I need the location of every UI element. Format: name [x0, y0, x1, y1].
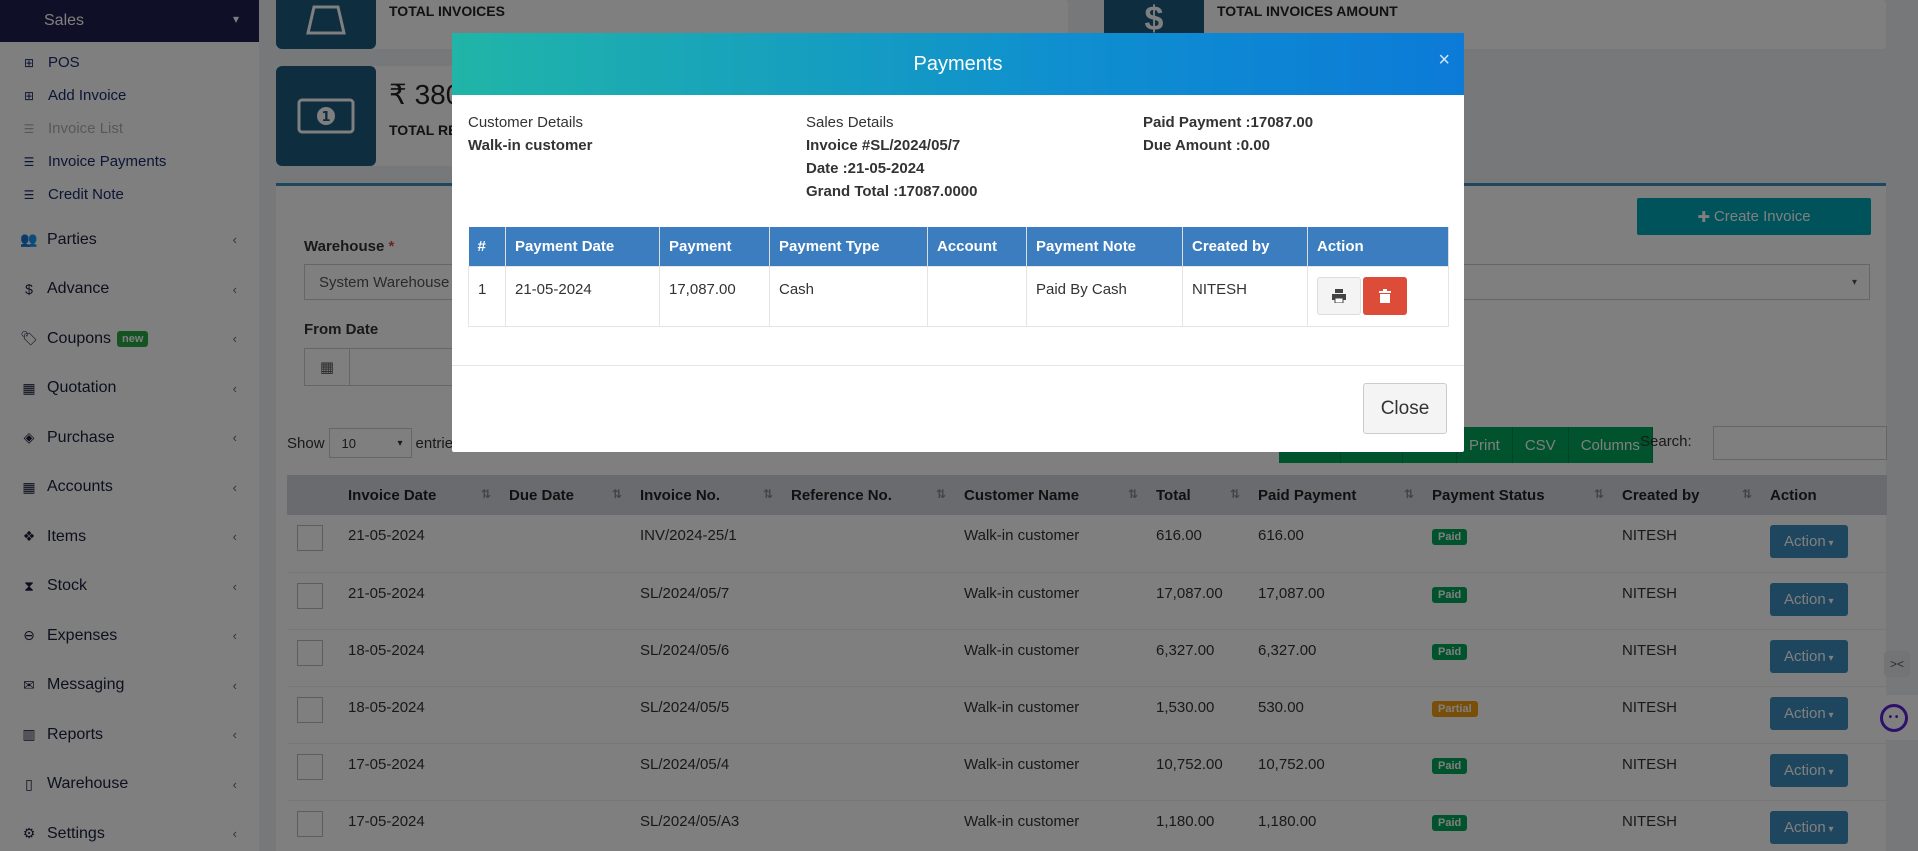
due-amount: Due Amount :0.00	[1143, 137, 1270, 154]
sales-details-label: Sales Details	[806, 114, 894, 131]
invoice-number: Invoice #SL/2024/05/7	[806, 137, 961, 154]
col-account: Account	[927, 227, 1027, 266]
modal-header: Payments ×	[452, 33, 1464, 95]
payments-modal: Payments × Customer Details Walk-in cust…	[452, 33, 1464, 452]
payment-summary: Paid Payment :17087.00 Due Amount :0.00	[1143, 111, 1313, 157]
delete-button[interactable]	[1363, 276, 1407, 315]
payment-amount: 17,087.00	[659, 265, 770, 327]
close-button[interactable]: Close	[1363, 383, 1447, 434]
close-icon[interactable]: ×	[1438, 49, 1450, 72]
print-icon	[1332, 288, 1346, 303]
payments-table: # Payment Date Payment Payment Type Acco…	[468, 227, 1449, 327]
print-button[interactable]	[1317, 276, 1361, 315]
invoice-date: Date :21-05-2024	[806, 160, 925, 177]
col-created-by: Created by	[1182, 227, 1308, 266]
payment-created-by: NITESH	[1182, 265, 1308, 327]
trash-icon	[1379, 288, 1391, 303]
payment-note: Paid By Cash	[1026, 265, 1183, 327]
sales-details: Sales Details Invoice #SL/2024/05/7 Date…	[806, 111, 977, 203]
payment-type: Cash	[769, 265, 928, 327]
col-payment-type: Payment Type	[769, 227, 928, 266]
customer-name: Walk-in customer	[468, 137, 593, 154]
modal-title: Payments	[913, 52, 1003, 75]
paid-payment: Paid Payment :17087.00	[1143, 114, 1314, 131]
col-payment: Payment	[659, 227, 770, 266]
payment-date: 21-05-2024	[505, 265, 660, 327]
col-payment-date: Payment Date	[505, 227, 660, 266]
customer-details: Customer Details Walk-in customer	[468, 111, 592, 157]
col-number: #	[468, 227, 506, 266]
customer-details-label: Customer Details	[468, 114, 584, 131]
table-header-row: # Payment Date Payment Payment Type Acco…	[468, 227, 1449, 266]
col-action: Action	[1307, 227, 1449, 266]
modal-footer	[452, 365, 1464, 366]
payment-account	[927, 265, 1027, 327]
payment-number: 1	[468, 265, 506, 327]
table-row: 1 21-05-2024 17,087.00 Cash Paid By Cash…	[468, 265, 1449, 327]
payment-actions	[1307, 265, 1449, 327]
col-payment-note: Payment Note	[1026, 227, 1183, 266]
grand-total: Grand Total :17087.0000	[806, 183, 978, 200]
